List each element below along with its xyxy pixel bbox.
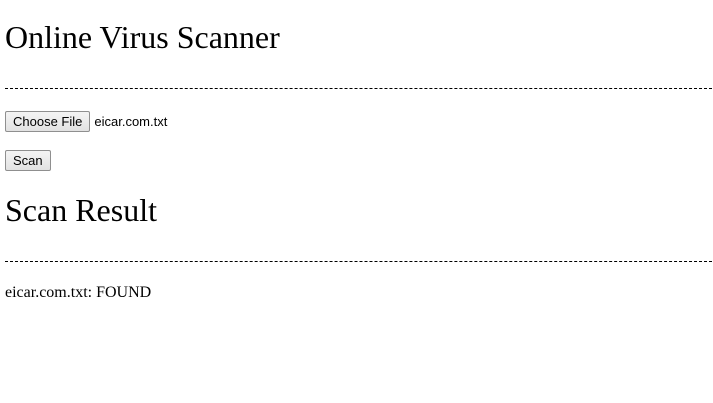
choose-file-button[interactable]: Choose File <box>5 111 91 132</box>
page-title: Online Virus Scanner <box>5 19 280 55</box>
selected-file-name: eicar.com.txt <box>94 114 168 129</box>
result-title: Scan Result <box>5 192 157 228</box>
file-input[interactable]: Choose File eicar.com.txt <box>5 111 167 132</box>
divider-top <box>5 88 712 89</box>
scan-button[interactable]: Scan <box>5 150 51 171</box>
divider-result <box>5 261 712 262</box>
scan-result-text: eicar.com.txt: FOUND <box>5 284 152 301</box>
